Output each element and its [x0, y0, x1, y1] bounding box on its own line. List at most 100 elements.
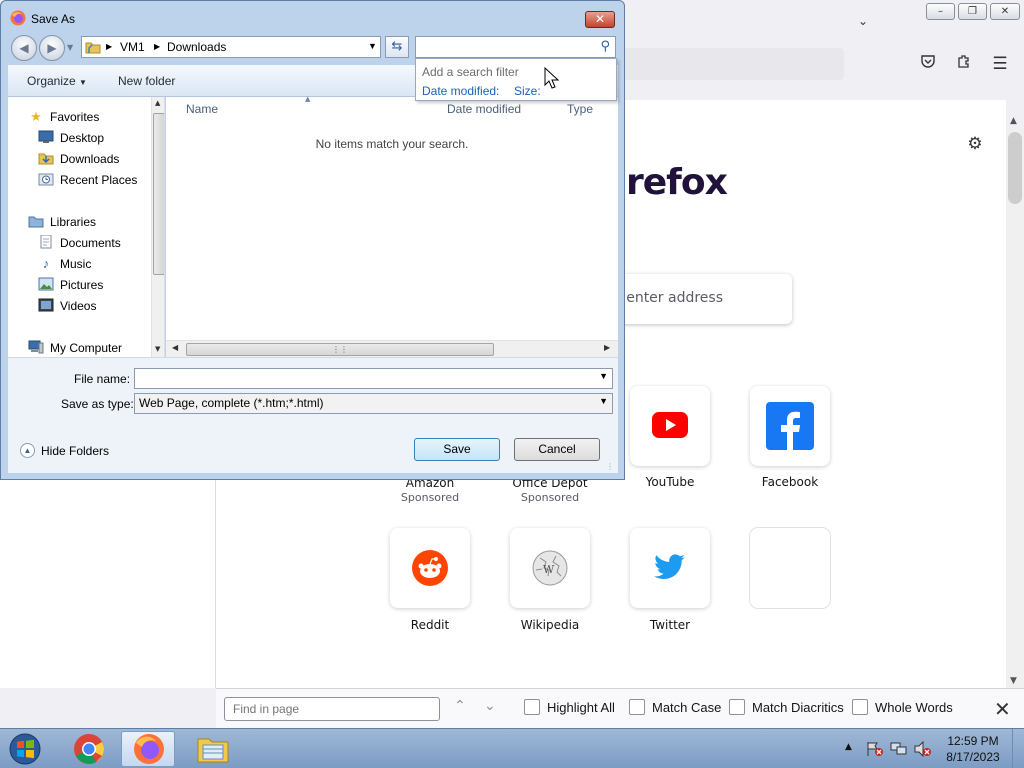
match-diacritics-checkbox[interactable]: Match Diacritics [729, 699, 844, 715]
tile-label-youtube[interactable]: YouTube [610, 475, 730, 489]
start-button[interactable] [2, 731, 48, 767]
taskbar-explorer[interactable] [186, 731, 240, 767]
nav-scroll-down-icon[interactable]: ▼ [155, 345, 160, 353]
computer-icon [28, 340, 44, 356]
nav-recent-places[interactable]: Recent Places [38, 172, 137, 188]
filter-size[interactable]: Size: [514, 84, 541, 98]
tile-label-twitter[interactable]: Twitter [610, 618, 730, 632]
nav-videos[interactable]: Videos [38, 298, 96, 314]
find-bar: ⌃ ⌄ Highlight All Match Case Match Diacr… [216, 688, 1024, 728]
tile-twitter[interactable] [630, 528, 710, 608]
checkbox-box[interactable] [524, 699, 540, 715]
taskbar-chrome[interactable] [62, 731, 116, 767]
pocket-icon[interactable] [917, 53, 939, 75]
tile-label-wikipedia[interactable]: Wikipedia [490, 618, 610, 632]
nav-libraries[interactable]: Libraries [28, 214, 96, 230]
whole-words-checkbox[interactable]: Whole Words [852, 699, 953, 715]
scroll-down-arrow-icon[interactable]: ▼ [1010, 676, 1017, 686]
cancel-button[interactable]: Cancel [514, 438, 600, 461]
file-explorer-icon [197, 738, 229, 763]
nav-downloads[interactable]: Downloads [38, 151, 119, 167]
window-close-button[interactable]: ✕ [990, 3, 1020, 20]
hamburger-menu-icon[interactable]: ☰ [989, 53, 1011, 75]
find-in-page-input[interactable] [224, 697, 440, 721]
column-date-modified[interactable]: Date modified [447, 102, 521, 116]
new-folder-button[interactable]: New folder [118, 74, 175, 88]
nav-scroll-up-icon[interactable]: ▲ [155, 99, 160, 107]
save-as-type-select[interactable]: Web Page, complete (*.htm;*.html) ▼ [134, 393, 613, 414]
save-as-dialog: Save As ✕ ◀ ▶ ▼ ▶ VM1 ▶ Downloads ▼ ⇆ ⚲ … [0, 0, 625, 480]
hscroll-right-icon[interactable]: ▶ [604, 343, 610, 352]
tile-empty[interactable] [750, 528, 830, 608]
file-name-dropdown-icon[interactable]: ▼ [599, 371, 608, 381]
recent-locations-chevron-icon[interactable]: ▼ [67, 43, 73, 52]
find-previous-icon[interactable]: ⌃ [454, 698, 466, 714]
back-button[interactable]: ◀ [11, 35, 37, 61]
tile-youtube[interactable] [630, 386, 710, 466]
hide-folders-button[interactable]: ▲ Hide Folders [20, 443, 109, 458]
taskbar-firefox[interactable] [121, 731, 175, 767]
address-dropdown-icon[interactable]: ▼ [368, 41, 377, 51]
nav-my-computer[interactable]: My Computer [28, 340, 122, 356]
minimize-button[interactable]: – [926, 3, 955, 20]
column-name[interactable]: Name [186, 102, 218, 116]
tile-facebook[interactable] [750, 386, 830, 466]
breadcrumb-vm1[interactable]: VM1 [120, 40, 145, 54]
settings-gear-icon[interactable]: ⚙ [964, 133, 986, 155]
page-vertical-scrollbar[interactable]: ▲ ▼ [1006, 116, 1024, 688]
highlight-all-checkbox[interactable]: Highlight All [524, 699, 615, 715]
forward-button[interactable]: ▶ [39, 35, 65, 61]
action-center-flag-icon[interactable] [866, 741, 884, 757]
organize-button[interactable]: Organize ▼ [27, 74, 87, 88]
tile-reddit[interactable] [390, 528, 470, 608]
volume-muted-icon[interactable] [914, 741, 932, 757]
hscroll-thumb[interactable]: ⋮⋮ [186, 343, 494, 356]
restore-button[interactable]: ❐ [958, 3, 987, 20]
refresh-icon: ⇆ [391, 39, 403, 54]
network-icon[interactable] [890, 741, 908, 757]
nav-favorites[interactable]: ★ Favorites [28, 109, 99, 125]
tile-wikipedia[interactable]: W [510, 528, 590, 608]
recent-places-icon [38, 172, 54, 188]
breadcrumb-separator-icon[interactable]: ▶ [106, 42, 112, 51]
match-case-checkbox[interactable]: Match Case [629, 699, 721, 715]
tab-list-chevron-icon[interactable]: ⌄ [852, 10, 874, 32]
checkbox-box[interactable] [629, 699, 645, 715]
checkbox-box[interactable] [729, 699, 745, 715]
filter-date-modified[interactable]: Date modified: [422, 84, 499, 98]
breadcrumb-separator-icon[interactable]: ▶ [154, 42, 160, 51]
nav-desktop[interactable]: Desktop [38, 130, 104, 146]
tile-label-facebook[interactable]: Facebook [730, 475, 850, 489]
newtab-search-box[interactable]: r enter address [600, 274, 792, 324]
refresh-button[interactable]: ⇆ [385, 36, 409, 58]
dialog-search-box[interactable]: ⚲ [415, 36, 616, 58]
hscroll-left-icon[interactable]: ◀ [172, 343, 178, 352]
nav-documents[interactable]: Documents [38, 234, 121, 251]
find-next-icon[interactable]: ⌄ [484, 698, 496, 714]
show-desktop-button[interactable] [1012, 729, 1024, 768]
file-name-input[interactable]: ▼ [134, 368, 613, 389]
nav-music[interactable]: ♪ Music [38, 256, 92, 272]
tile-label-reddit[interactable]: Reddit [370, 618, 490, 632]
url-bar[interactable] [620, 48, 844, 80]
checkbox-box[interactable] [852, 699, 868, 715]
show-hidden-icons-icon[interactable]: ▲ [845, 742, 852, 752]
nav-pane-scrollbar[interactable]: ▲ ▼ [151, 97, 164, 357]
resize-grip-icon[interactable]: ⋮ [606, 462, 614, 471]
column-type[interactable]: Type [567, 102, 593, 116]
nav-scroll-thumb[interactable] [153, 113, 164, 275]
dialog-close-button[interactable]: ✕ [585, 11, 615, 28]
nav-music-label: Music [60, 257, 92, 271]
extensions-icon[interactable] [953, 53, 975, 75]
search-icon[interactable]: ⚲ [600, 39, 610, 54]
system-clock[interactable]: 12:59 PM 8/17/2023 [940, 733, 1006, 765]
breadcrumb-downloads[interactable]: Downloads [167, 40, 226, 54]
address-bar[interactable]: ▶ VM1 ▶ Downloads ▼ [81, 36, 381, 58]
save-as-type-dropdown-icon[interactable]: ▼ [599, 396, 608, 406]
find-bar-close-icon[interactable]: ✕ [994, 697, 1011, 721]
save-button[interactable]: Save [414, 438, 500, 461]
scroll-up-arrow-icon[interactable]: ▲ [1010, 116, 1017, 126]
page-scroll-thumb[interactable] [1008, 132, 1022, 204]
file-list-hscrollbar[interactable]: ◀ ⋮⋮ ▶ [166, 340, 618, 357]
nav-pictures[interactable]: Pictures [38, 277, 103, 293]
